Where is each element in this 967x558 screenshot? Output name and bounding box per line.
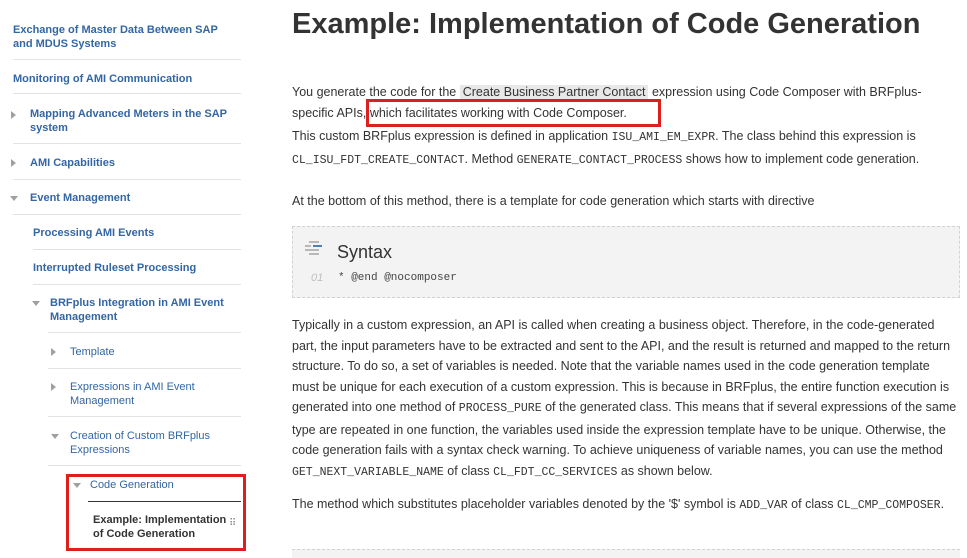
divider <box>13 143 241 144</box>
code-line: * @end @nocomposer <box>338 272 457 284</box>
chevron-down-icon[interactable] <box>32 301 40 306</box>
sidebar-item-label: Example: Implementation of Code Generati… <box>93 514 227 540</box>
sidebar-item-label: Creation of Custom BRFplus Expressions <box>70 430 210 456</box>
text: shows how to implement code generation. <box>682 151 920 166</box>
divider <box>33 284 241 285</box>
text: You generate the code for the <box>292 85 460 99</box>
chevron-down-icon[interactable] <box>51 434 59 439</box>
page-title: Example: Implementation of Code Generati… <box>292 8 921 40</box>
text: . Method <box>464 151 517 166</box>
drag-grip-icon[interactable]: ⠿ <box>229 519 236 529</box>
code-term: ISU_AMI_EM_EXPR <box>611 131 716 144</box>
divider <box>13 93 241 94</box>
text: . The class behind this expression is <box>715 129 916 143</box>
text: The method which substitutes placeholder… <box>292 497 740 511</box>
directive-paragraph: At the bottom of this method, there is a… <box>292 194 815 208</box>
ui-term: Create Business Partner Contact <box>459 85 649 99</box>
text: as shown below. <box>617 463 713 478</box>
sidebar-item-code-generation[interactable]: Code Generation <box>90 478 240 492</box>
sidebar-item-label: Template <box>70 346 115 358</box>
sidebar-item-interrupted-ruleset[interactable]: Interrupted Ruleset Processing <box>33 261 238 275</box>
code-term: PROCESS_PURE <box>458 402 542 415</box>
sidebar-item-label: Monitoring of AMI Communication <box>13 73 193 85</box>
sidebar-item-label: Mapping Advanced Meters in the SAP syste… <box>30 108 227 134</box>
sidebar-item-expressions-ami[interactable]: Expressions in AMI Event Management <box>70 380 240 408</box>
code-term: CL_CMP_COMPOSER <box>837 499 941 512</box>
sidebar-item-label: Event Management <box>30 192 131 204</box>
sidebar-item-label: BRFplus Integration in AMI Event Managem… <box>50 297 224 323</box>
syntax-code-icon <box>305 241 322 255</box>
code-term: CL_ISU_FDT_CREATE_CONTACT <box>292 153 465 167</box>
chevron-right-icon[interactable] <box>51 383 56 391</box>
divider <box>13 214 241 215</box>
sidebar-item-mapping-advanced-meters[interactable]: Mapping Advanced Meters in the SAP syste… <box>30 107 240 135</box>
line-number: 01 <box>311 272 324 284</box>
highlight-box-content <box>366 99 661 127</box>
divider <box>13 59 241 60</box>
explanation-paragraph: Typically in a custom expression, an API… <box>292 315 960 483</box>
divider <box>88 501 241 502</box>
class-paragraph: This custom BRFplus expression is define… <box>292 126 960 171</box>
sidebar-item-current-page[interactable]: Example: Implementation of Code Generati… <box>93 513 233 541</box>
divider <box>48 465 241 466</box>
sidebar-item-label: Expressions in AMI Event Management <box>70 381 195 407</box>
sidebar-item-custom-brfplus-expressions[interactable]: Creation of Custom BRFplus Expressions <box>70 429 240 457</box>
text: . <box>940 497 945 511</box>
syntax-box: Syntax 01 * @end @nocomposer <box>292 226 960 298</box>
divider <box>33 249 241 250</box>
chevron-right-icon[interactable] <box>51 348 56 356</box>
sidebar-item-label: AMI Capabilities <box>30 157 115 169</box>
code-term: GET_NEXT_VARIABLE_NAME <box>292 465 444 479</box>
syntax-title: Syntax <box>337 242 393 262</box>
sidebar-item-exchange-master-data[interactable]: Exchange of Master Data Between SAP and … <box>13 23 238 51</box>
sidebar-navigation: Exchange of Master Data Between SAP and … <box>0 0 262 557</box>
code-term: ADD_VAR <box>739 499 788 512</box>
divider <box>48 416 241 417</box>
text: of class <box>787 497 838 511</box>
chevron-down-icon[interactable] <box>10 196 18 201</box>
chevron-right-icon[interactable] <box>11 111 16 119</box>
sidebar-item-ami-capabilities[interactable]: AMI Capabilities <box>30 156 240 170</box>
code-term: CL_FDT_CC_SERVICES <box>493 465 618 479</box>
sidebar-item-label: Processing AMI Events <box>33 227 155 239</box>
sidebar-item-monitoring-ami[interactable]: Monitoring of AMI Communication <box>13 72 238 86</box>
divider <box>48 332 241 333</box>
divider <box>48 368 241 369</box>
method-paragraph: The method which substitutes placeholder… <box>292 494 960 517</box>
divider <box>13 179 241 180</box>
sidebar-item-brfplus-integration[interactable]: BRFplus Integration in AMI Event Managem… <box>50 296 238 324</box>
sidebar-item-event-management[interactable]: Event Management <box>30 191 240 205</box>
sidebar-item-label: Interrupted Ruleset Processing <box>33 262 197 274</box>
chevron-right-icon[interactable] <box>11 159 16 167</box>
text: This custom BRFplus expression is define… <box>292 129 612 143</box>
code-term: GENERATE_CONTACT_PROCESS <box>516 153 683 167</box>
sidebar-item-processing-ami-events[interactable]: Processing AMI Events <box>33 226 238 240</box>
sidebar-item-label: Code Generation <box>90 479 174 491</box>
sidebar-item-template[interactable]: Template <box>70 345 240 359</box>
sidebar-item-label: Exchange of Master Data Between SAP and … <box>13 24 218 50</box>
chevron-down-icon[interactable] <box>73 483 81 488</box>
text: of class <box>443 463 494 478</box>
